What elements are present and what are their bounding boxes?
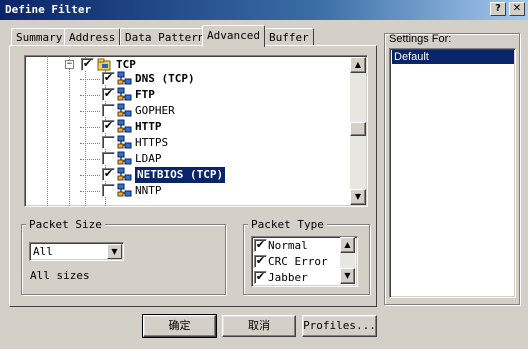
- protocol-checkbox[interactable]: [102, 136, 115, 149]
- window-title: Define Filter: [5, 3, 92, 16]
- protocol-icon: [117, 167, 132, 181]
- protocol-icon: [117, 135, 132, 149]
- protocol-icon: [117, 71, 132, 85]
- scroll-down-button[interactable]: ▼: [350, 189, 366, 205]
- tree-item-label: NETBIOS (TCP): [133, 166, 227, 184]
- tab-address[interactable]: Address: [64, 28, 121, 46]
- close-button[interactable]: ✕: [509, 2, 525, 16]
- scroll-thumb[interactable]: [350, 122, 366, 136]
- tree-item-label: GOPHER: [135, 104, 175, 117]
- crc-error-checkbox[interactable]: ✔: [254, 255, 267, 268]
- normal-checkbox[interactable]: ✔: [254, 239, 267, 252]
- tree-item-label: FTP: [135, 88, 155, 101]
- settings-item-default[interactable]: Default: [392, 50, 514, 64]
- scroll-up-button[interactable]: ▲: [340, 237, 355, 253]
- tree-guide-line: [47, 56, 48, 206]
- scroll-up-button[interactable]: ▲: [350, 57, 366, 73]
- protocol-folder-icon: [97, 58, 111, 71]
- tab-summary[interactable]: Summary: [11, 28, 68, 46]
- tree-children: ✔ DNS (TCP) ✔ FTP GOPHER ✔ HTTP HTTPS LDAP ✔ NETBI…: [60, 71, 310, 207]
- tree-item-label: NNTP: [135, 184, 162, 197]
- tree-item-label: DNS (TCP): [135, 72, 195, 85]
- packet-type-label: Jabber: [268, 271, 308, 284]
- chevron-down-icon[interactable]: ▼: [107, 244, 122, 259]
- tree-item-label: HTTP: [135, 120, 162, 133]
- tree-branch-line: [80, 175, 100, 176]
- tree-branch-line: [80, 95, 100, 96]
- packet-size-title: Packet Size: [26, 218, 105, 231]
- packet-size-value: All: [33, 245, 53, 258]
- tree-branch-line: [80, 159, 100, 160]
- tree-branch-line: [80, 127, 100, 128]
- packet-size-select[interactable]: All ▼: [29, 242, 124, 261]
- protocol-icon: [117, 103, 132, 117]
- settings-title: Settings For:: [389, 33, 452, 45]
- protocol-checkbox[interactable]: ✔: [102, 72, 115, 85]
- title-bar[interactable]: Define Filter ? ✕: [0, 0, 528, 20]
- protocol-checkbox[interactable]: [102, 152, 115, 165]
- packet-type-scrollbar[interactable]: ▲ ▼: [340, 237, 355, 284]
- tree-branch-line: [80, 191, 100, 192]
- settings-list[interactable]: Default: [389, 48, 516, 298]
- packet-size-description: All sizes: [30, 269, 90, 282]
- profiles-button[interactable]: Profiles...: [302, 315, 377, 337]
- tcp-checkbox[interactable]: ✔: [81, 58, 94, 71]
- jabber-checkbox[interactable]: ✔: [254, 271, 267, 284]
- packet-type-title: Packet Type: [248, 218, 327, 231]
- protocol-checkbox[interactable]: ✔: [102, 88, 115, 101]
- packet-type-label: Normal: [268, 239, 308, 252]
- cancel-button[interactable]: 取消: [222, 315, 296, 337]
- protocol-icon: [117, 183, 132, 197]
- tree-branch-line: [80, 143, 100, 144]
- protocol-checkbox[interactable]: [102, 184, 115, 197]
- protocol-icon: [117, 87, 132, 101]
- tree-item-label: HTTPS: [135, 136, 169, 149]
- ok-button[interactable]: 确定: [142, 314, 217, 338]
- tree-branch-line: [80, 111, 100, 112]
- tab-advanced[interactable]: Advanced: [202, 25, 265, 47]
- tree-scrollbar[interactable]: ▲ ▼: [350, 57, 366, 205]
- protocol-icon: [117, 151, 132, 165]
- packet-type-list[interactable]: ✔ Normal ✔ CRC Error ✔ Jabber ▲ ▼: [251, 236, 358, 287]
- protocol-checkbox[interactable]: ✔: [102, 168, 115, 181]
- help-button[interactable]: ?: [490, 2, 506, 16]
- protocol-checkbox[interactable]: [102, 104, 115, 117]
- tree-branch-line: [80, 79, 100, 80]
- tab-data-pattern[interactable]: Data Pattern: [120, 28, 210, 46]
- tree-item-label: LDAP: [135, 152, 162, 165]
- scroll-down-button[interactable]: ▼: [340, 268, 355, 284]
- protocol-checkbox[interactable]: ✔: [102, 120, 115, 133]
- packet-type-label: CRC Error: [268, 255, 328, 268]
- collapse-expander-icon[interactable]: −: [65, 60, 74, 69]
- tab-buffer[interactable]: Buffer: [264, 28, 314, 46]
- protocol-icon: [117, 119, 132, 133]
